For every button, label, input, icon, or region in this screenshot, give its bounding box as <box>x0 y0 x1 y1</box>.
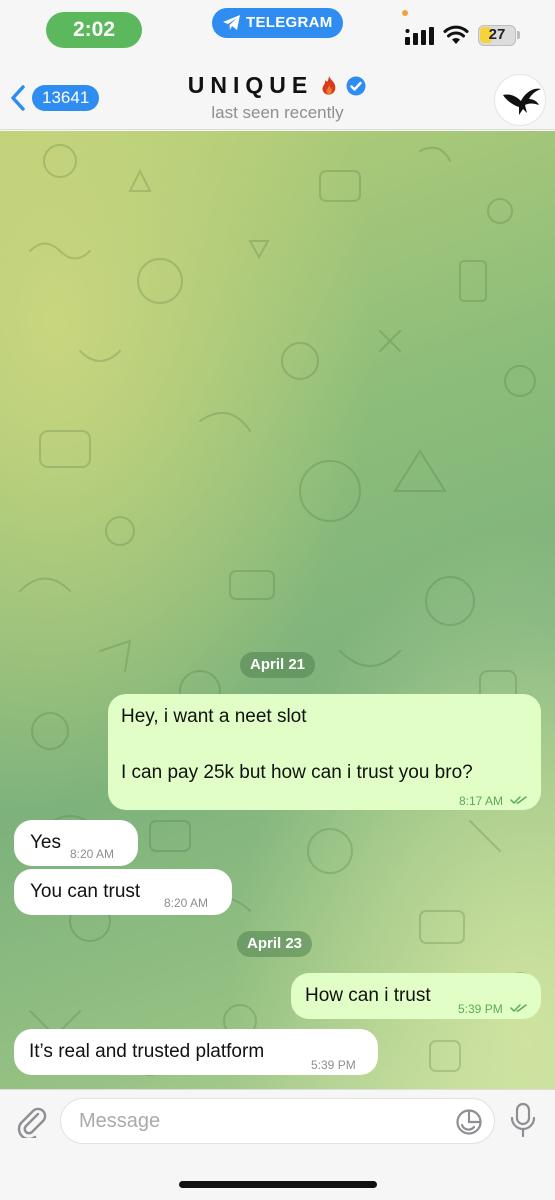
microphone-icon[interactable] <box>509 1102 537 1140</box>
outgoing-message[interactable]: How can i trust 5:39 PM <box>291 973 541 1019</box>
message-field[interactable] <box>60 1098 495 1144</box>
message-meta: 8:17 AM <box>459 789 528 814</box>
message-time: 8:20 AM <box>164 896 209 910</box>
back-button[interactable]: 13641 <box>10 82 100 114</box>
verified-badge-icon <box>346 76 366 95</box>
message-text: Hey, i want a neet slot <box>121 706 307 727</box>
message-input[interactable] <box>79 1099 439 1143</box>
wifi-icon <box>443 25 469 44</box>
fire-emoji-icon <box>322 75 336 95</box>
incoming-message[interactable]: It’s real and trusted platform 5:39 PM <box>14 1029 378 1075</box>
telegram-pill[interactable]: TELEGRAM <box>212 8 343 38</box>
outgoing-message[interactable]: Hey, i want a neet slot I can pay 25k bu… <box>108 694 541 810</box>
message-time: 8:17 AM <box>459 794 504 808</box>
message-text: It’s real and trusted platform <box>29 1041 265 1062</box>
signal-icon <box>405 27 434 45</box>
read-ticks-icon <box>510 796 528 805</box>
message-text: How can i trust <box>305 985 431 1006</box>
eagle-avatar-icon <box>503 88 541 115</box>
privacy-indicator <box>402 10 408 16</box>
battery-icon: 27 <box>478 25 516 46</box>
message-text: Yes <box>30 832 61 853</box>
chat-status: last seen recently <box>211 103 344 122</box>
battery-level: 27 <box>488 26 506 43</box>
message-time: 8:20 AM <box>70 847 115 861</box>
status-time: 2:02 <box>46 12 142 48</box>
read-ticks-icon <box>510 1004 527 1013</box>
chat-area[interactable]: April 21 Hey, i want a neet slot I can p… <box>0 131 555 1089</box>
date-separator: April 23 <box>237 931 313 957</box>
paperclip-icon[interactable] <box>14 1104 48 1138</box>
message-text: I can pay 25k but how can i trust you br… <box>121 762 473 783</box>
telegram-plane-icon <box>223 15 240 30</box>
chat-title-area[interactable]: UNIQUE last seen recently <box>140 72 415 123</box>
telegram-pill-label: TELEGRAM <box>246 14 333 31</box>
avatar[interactable] <box>494 74 546 126</box>
incoming-message[interactable]: Yes 8:20 AM <box>14 820 138 866</box>
sticker-icon[interactable] <box>455 1108 483 1136</box>
status-bar: 2:02 TELEGRAM 27 <box>0 0 555 52</box>
unread-count-badge: 13641 <box>32 85 100 111</box>
message-time: 5:39 PM <box>458 1002 503 1016</box>
incoming-message[interactable]: You can trust 8:20 AM <box>14 869 232 915</box>
date-separator: April 21 <box>240 652 316 678</box>
message-text: You can trust <box>30 881 141 902</box>
message-input-bar <box>0 1089 555 1200</box>
message-time: 5:39 PM <box>311 1058 356 1072</box>
home-indicator <box>179 1181 377 1188</box>
battery-cap <box>517 31 520 39</box>
chat-title: UNIQUE <box>187 72 314 98</box>
chevron-left-icon <box>11 85 25 111</box>
message-meta: 5:39 PM <box>458 997 528 1022</box>
chat-header: 13641 UNIQUE last seen recently <box>0 52 555 130</box>
